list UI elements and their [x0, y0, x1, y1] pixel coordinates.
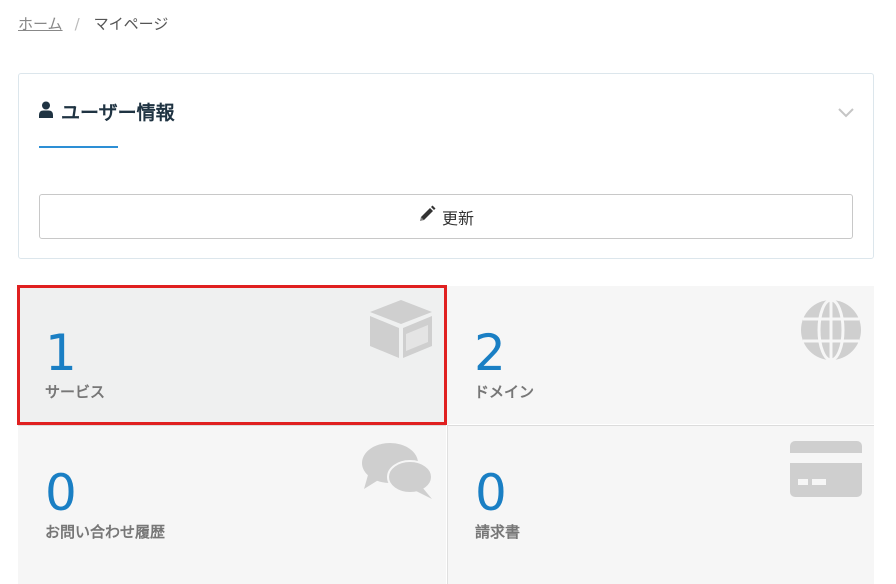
domains-label: ドメイン	[474, 383, 535, 401]
breadcrumb: ホーム / マイページ	[18, 13, 168, 34]
user-info-header[interactable]: ユーザー情報	[39, 98, 175, 125]
pencil-icon	[418, 205, 442, 228]
services-label: サービス	[45, 383, 106, 401]
user-info-title: ユーザー情報	[61, 102, 175, 124]
support-history-count: 0	[45, 464, 77, 522]
invoices-count: 0	[475, 464, 507, 522]
user-icon	[39, 101, 53, 122]
globe-icon	[800, 298, 862, 365]
credit-card-icon	[790, 441, 862, 501]
invoices-label: 請求書	[475, 523, 521, 541]
update-button-label: 更新	[441, 210, 474, 228]
tile-invoices[interactable]: 0 請求書	[447, 425, 874, 584]
tile-support-history[interactable]: 0 お問い合わせ履歴	[18, 425, 446, 584]
user-info-panel: ユーザー情報 更新	[18, 73, 874, 259]
tile-services[interactable]: 1 サービス	[17, 285, 447, 425]
breadcrumb-home-link[interactable]: ホーム	[18, 13, 63, 34]
support-history-label: お問い合わせ履歴	[45, 523, 166, 541]
dashboard-tiles: 1 サービス 2 ドメイン 0 お問い合わせ履歴 0 請求書	[17, 285, 874, 584]
chat-bubbles-icon	[360, 441, 434, 505]
title-underline	[39, 146, 118, 148]
breadcrumb-separator: /	[74, 14, 80, 33]
services-count: 1	[45, 324, 77, 382]
box-icon	[368, 298, 434, 364]
breadcrumb-current: マイページ	[93, 15, 169, 33]
chevron-down-icon[interactable]	[837, 104, 855, 118]
tile-domains[interactable]: 2 ドメイン	[447, 286, 874, 424]
update-button[interactable]: 更新	[39, 194, 853, 239]
domains-count: 2	[474, 324, 506, 382]
